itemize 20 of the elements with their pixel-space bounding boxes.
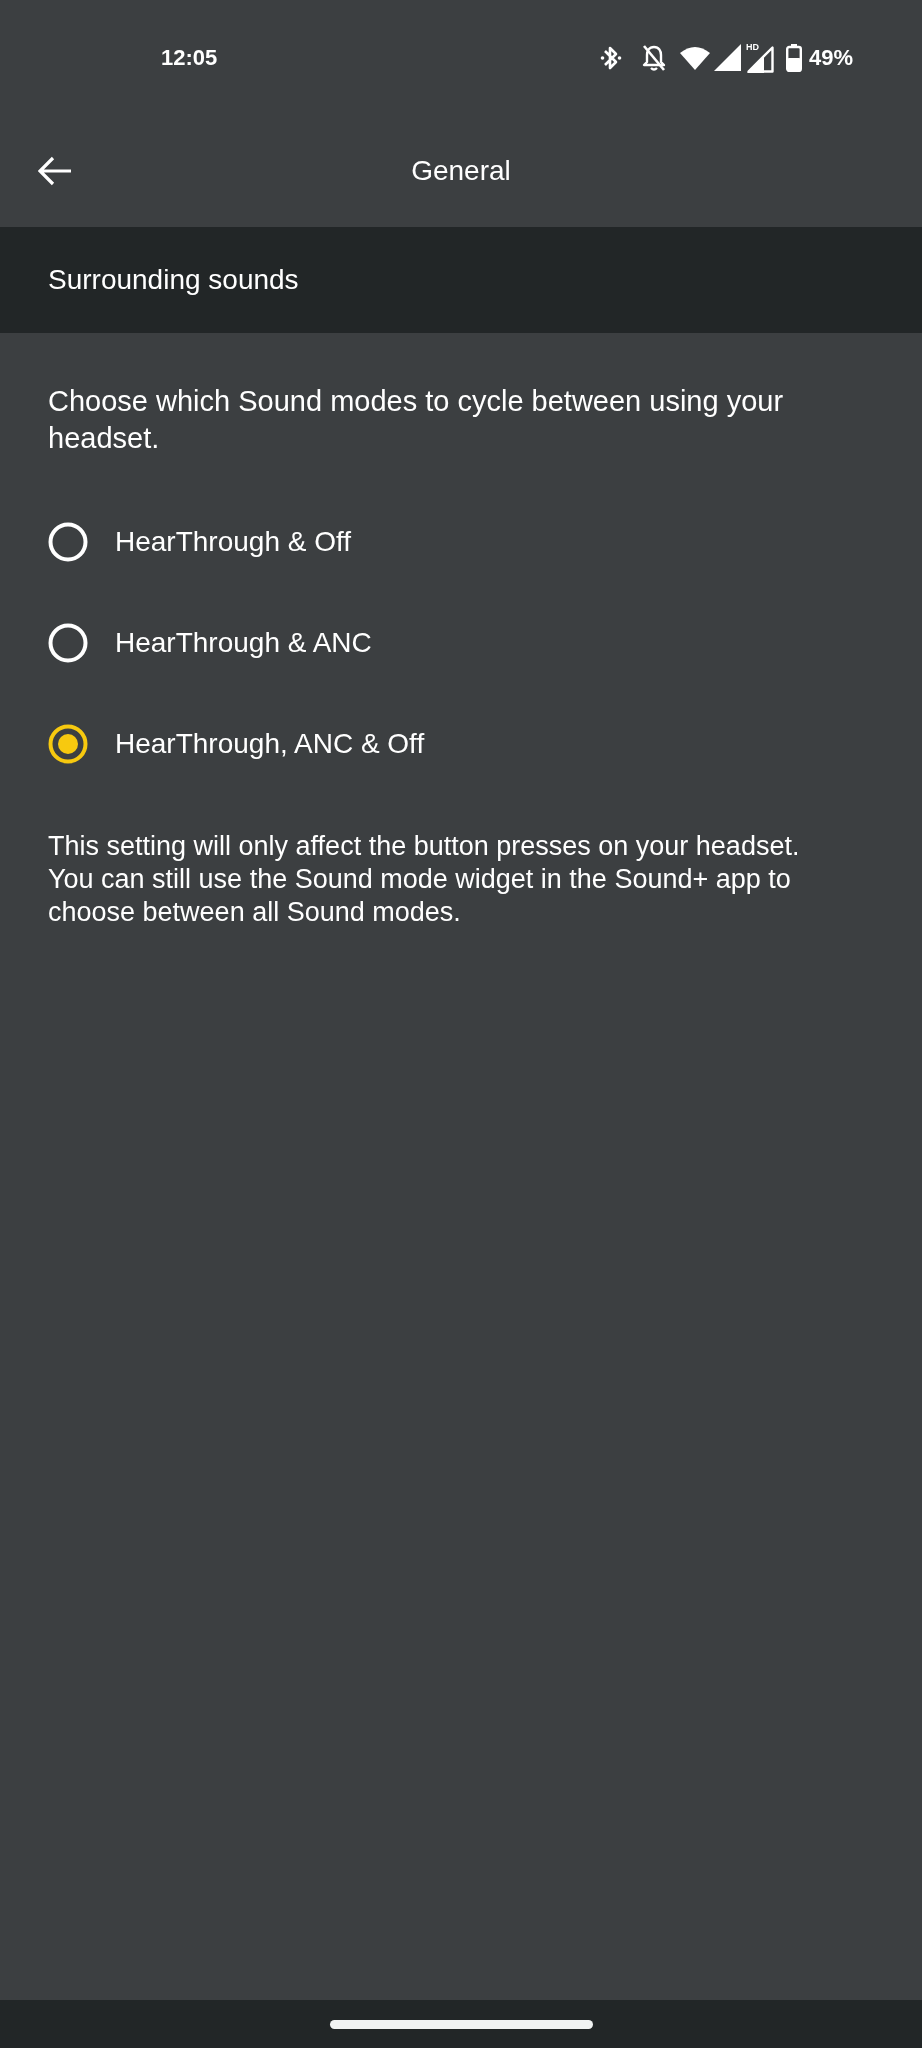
section-title: Surrounding sounds xyxy=(48,263,299,297)
status-time: 12:05 xyxy=(161,46,218,69)
back-arrow-icon xyxy=(38,156,72,186)
description-text: Choose which Sound modes to cycle between using your headset. xyxy=(48,384,785,456)
signal-icon xyxy=(746,45,774,73)
radio-option[interactable]: HearThrough & ANC xyxy=(48,592,372,693)
home-indicator[interactable] xyxy=(329,2019,593,2029)
info-text: This setting will only affect the button presses on your headset. You can still use the Sound mode widget in the Sound+ app to choose between all Sound modes. xyxy=(48,830,801,929)
battery-icon xyxy=(785,43,802,72)
screen-title: General xyxy=(411,154,511,188)
radio-option[interactable]: HearThrough, ANC & Off xyxy=(48,693,425,794)
battery-percentage: 49% xyxy=(808,46,853,69)
signal-icon xyxy=(713,44,741,71)
radio-option[interactable]: HearThrough & Off xyxy=(48,491,352,592)
radio-selected-icon[interactable] xyxy=(48,723,88,764)
radio-unselected-icon[interactable] xyxy=(48,622,88,663)
radio-unselected-icon[interactable] xyxy=(48,521,88,562)
wifi-icon xyxy=(679,45,710,70)
bell-off-icon xyxy=(641,43,666,72)
signal-badge-text: HD xyxy=(745,42,759,52)
